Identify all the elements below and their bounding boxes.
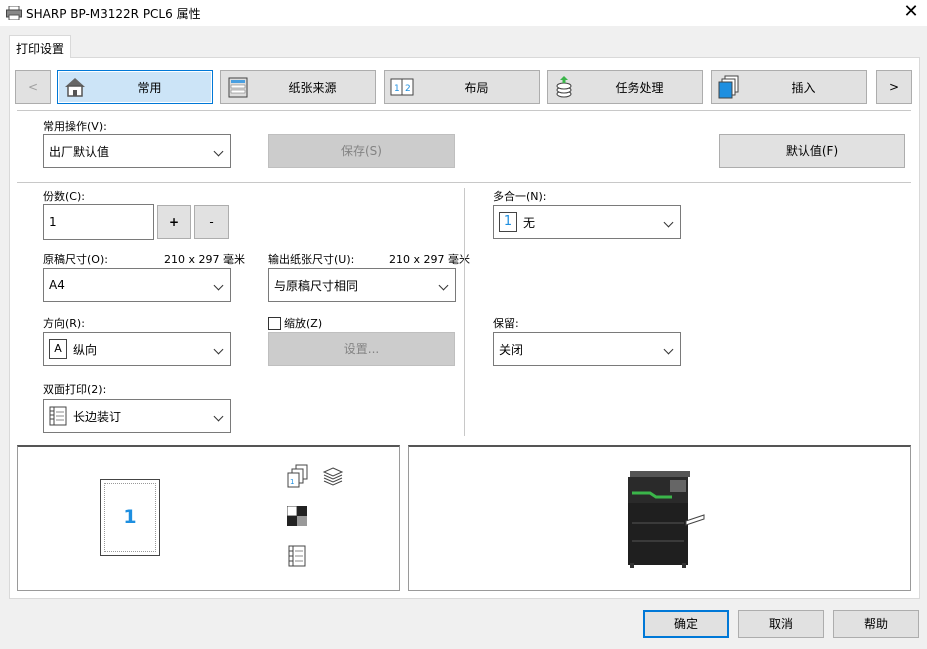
- nav-prev-button[interactable]: <: [15, 70, 51, 104]
- copies-input[interactable]: 1: [43, 204, 154, 240]
- nav-tab-label: 任务处理: [615, 80, 664, 95]
- original-size-value: A4: [49, 278, 65, 292]
- page-preview: 1: [100, 479, 160, 556]
- zoom-settings-button[interactable]: 设置...: [268, 332, 455, 366]
- zoom-label: 缩放(Z): [284, 317, 323, 330]
- chevron-down-icon: [213, 280, 224, 291]
- ok-button[interactable]: 确定: [643, 610, 729, 638]
- window-title: SHARP BP-M3122R PCL6 属性: [26, 7, 201, 21]
- duplex-value: 长边装订: [73, 409, 122, 424]
- nav-tab-label: 布局: [464, 80, 489, 95]
- retention-label: 保留:: [493, 317, 519, 330]
- favorites-value: 出厂默认值: [49, 144, 110, 159]
- help-button[interactable]: 帮助: [833, 610, 919, 638]
- nup-select[interactable]: 1 无: [493, 205, 681, 239]
- cancel-button[interactable]: 取消: [738, 610, 824, 638]
- retention-select[interactable]: 关闭: [493, 332, 681, 366]
- home-icon: [65, 78, 85, 97]
- chevron-down-icon: [213, 411, 224, 422]
- output-size-dimension: 210 x 297 毫米: [389, 253, 470, 266]
- chevron-down-icon: [438, 280, 449, 291]
- vertical-divider: [464, 188, 465, 436]
- svg-text:1: 1: [394, 84, 400, 94]
- zoom-checkbox[interactable]: [268, 317, 281, 330]
- nav-tab-general[interactable]: 常用: [57, 70, 213, 104]
- retention-value: 关闭: [499, 342, 524, 357]
- nup-value: 无: [523, 215, 536, 230]
- portrait-icon: A: [49, 339, 67, 359]
- duplex-select[interactable]: 长边装订: [43, 399, 231, 433]
- nav-tab-paper-source[interactable]: 纸张来源: [220, 70, 376, 104]
- output-size-value: 与原稿尺寸相同: [274, 278, 359, 293]
- close-button[interactable]: ✕: [897, 2, 925, 24]
- original-size-dimension: 210 x 297 毫米: [164, 253, 245, 266]
- grayscale-icon: [287, 506, 307, 526]
- nav-tab-layout[interactable]: 1 2 布局: [384, 70, 540, 104]
- orientation-value: 纵向: [73, 342, 98, 357]
- original-size-label: 原稿尺寸(O):: [43, 253, 108, 266]
- original-size-select[interactable]: A4: [43, 268, 231, 302]
- printer-icon: [6, 6, 22, 20]
- orientation-select[interactable]: A 纵向: [43, 332, 231, 366]
- long-edge-binding-icon: [49, 406, 67, 426]
- favorites-label: 常用操作(V):: [43, 120, 107, 133]
- nav-tab-label: 插入: [791, 80, 816, 95]
- favorites-select[interactable]: 出厂默认值: [43, 134, 231, 168]
- nav-tab-label: 常用: [137, 80, 162, 95]
- printer-illustration: [628, 471, 705, 568]
- save-button[interactable]: 保存(S): [268, 134, 455, 168]
- defaults-button[interactable]: 默认值(F): [719, 134, 905, 168]
- svg-text:1: 1: [290, 478, 294, 486]
- divider: [17, 182, 911, 183]
- tab-print-settings[interactable]: 打印设置: [9, 35, 71, 58]
- insert-pages-icon: [718, 75, 739, 99]
- collate-icon: 1: [287, 464, 308, 488]
- nav-next-button[interactable]: >: [876, 70, 912, 104]
- nav-tab-job-handling[interactable]: 任务处理: [547, 70, 703, 104]
- svg-text:2: 2: [405, 84, 411, 94]
- page-number: 1: [123, 506, 137, 528]
- output-size-label: 输出纸张尺寸(U):: [268, 253, 355, 266]
- copies-label: 份数(C):: [43, 190, 85, 203]
- nup-label: 多合一(N):: [493, 190, 547, 203]
- chevron-down-icon: [213, 146, 224, 157]
- printer-tray-icon: [228, 77, 248, 98]
- orientation-label: 方向(R):: [43, 317, 85, 330]
- chevron-down-icon: [663, 217, 674, 228]
- copies-decrement-button[interactable]: -: [194, 205, 229, 239]
- divider: [17, 110, 911, 111]
- nav-tab-label: 纸张来源: [288, 80, 337, 95]
- layout-icon: 1 2: [390, 78, 414, 96]
- chevron-down-icon: [213, 344, 224, 355]
- one-up-icon: 1: [499, 212, 517, 232]
- output-size-select[interactable]: 与原稿尺寸相同: [268, 268, 456, 302]
- job-handling-icon: [556, 76, 572, 98]
- copies-increment-button[interactable]: +: [157, 205, 191, 239]
- duplex-label: 双面打印(2):: [43, 383, 107, 396]
- stack-icon: [322, 467, 344, 486]
- duplex-preview-icon: [288, 545, 306, 567]
- nav-tab-insert[interactable]: 插入: [711, 70, 867, 104]
- chevron-down-icon: [663, 344, 674, 355]
